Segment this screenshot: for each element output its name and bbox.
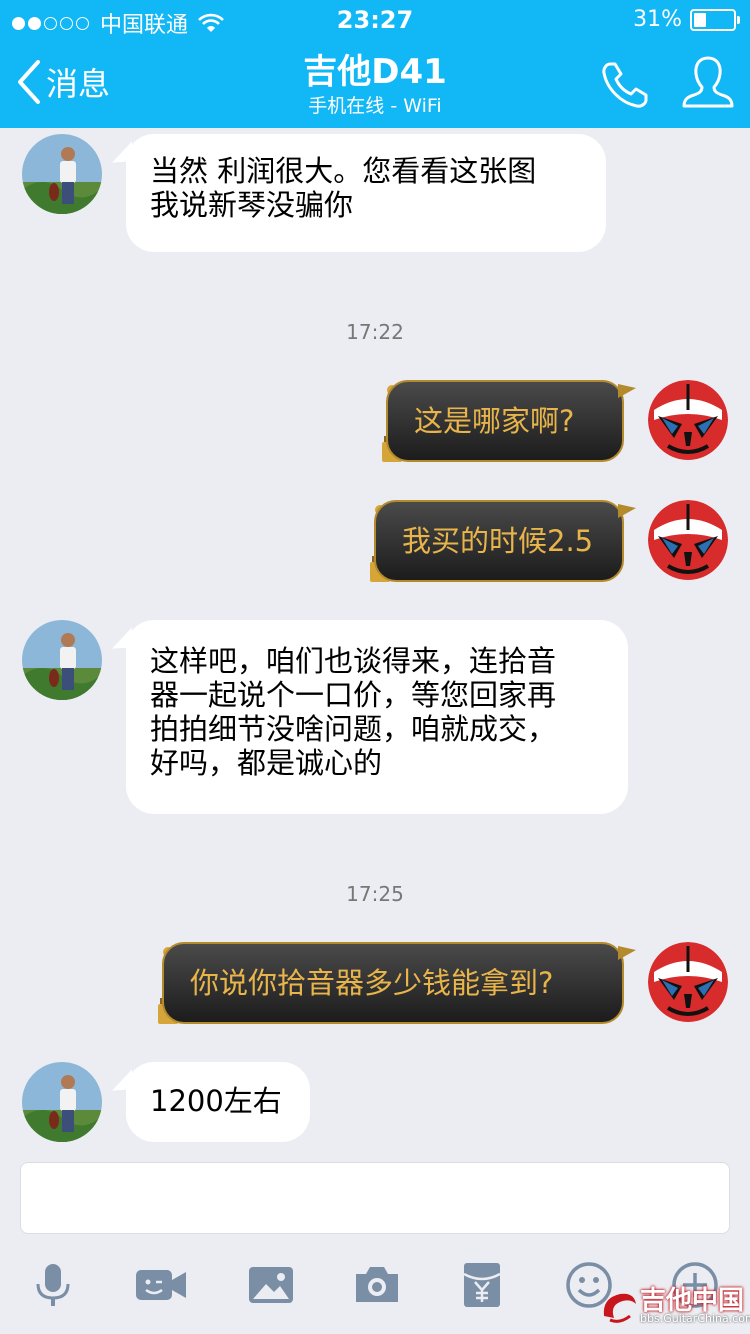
message-input[interactable] <box>20 1162 730 1234</box>
microphone-icon[interactable] <box>28 1260 78 1310</box>
dragon-logo-icon <box>603 1293 636 1323</box>
opera-mask-avatar <box>648 500 728 580</box>
outgoing-message[interactable]: 这是哪家啊? <box>386 380 636 462</box>
message-line: 器一起说个一口价，等您回家再 <box>150 678 557 712</box>
contact-avatar[interactable] <box>22 620 102 700</box>
user-avatar[interactable] <box>648 942 728 1022</box>
image-icon[interactable] <box>246 1260 296 1310</box>
incoming-message[interactable]: 当然 利润很大。您看看这张图 我说新琴没骗你 <box>126 134 606 252</box>
profile-icon[interactable] <box>680 54 736 112</box>
red-packet-icon[interactable] <box>460 1260 504 1310</box>
message-line: 好吗，都是诚心的 <box>150 746 383 780</box>
camera-icon[interactable] <box>352 1260 402 1310</box>
message-text: 这是哪家啊? <box>414 404 575 438</box>
video-icon[interactable] <box>134 1260 188 1310</box>
contact-photo <box>22 620 102 700</box>
battery-status: 31% <box>633 7 740 32</box>
contact-photo <box>22 134 102 214</box>
timestamp: 17:22 <box>346 320 404 344</box>
contact-photo <box>22 1062 102 1142</box>
message-line: 当然 利润很大。您看看这张图 <box>150 154 537 188</box>
message-line: 拍拍细节没啥问题，咱就成交， <box>150 712 557 746</box>
contact-avatar[interactable] <box>22 134 102 214</box>
message-line: 我说新琴没骗你 <box>150 188 354 222</box>
phone-icon[interactable] <box>598 58 652 112</box>
opera-mask-avatar <box>648 942 728 1022</box>
outgoing-message[interactable]: 我买的时候2.5 <box>374 500 636 582</box>
user-avatar[interactable] <box>648 380 728 460</box>
chat-header: 中国联通 23:27 31% 消息 吉他D41 手机在线 - WiFi <box>0 0 750 128</box>
battery-icon <box>690 8 740 31</box>
battery-percent: 31% <box>633 7 682 32</box>
site-watermark: 吉他中国 bbs.GuitarChina.com <box>600 1280 750 1334</box>
status-bar: 中国联通 23:27 31% <box>0 0 750 40</box>
watermark-url: bbs.GuitarChina.com <box>640 1312 750 1325</box>
contact-avatar[interactable] <box>22 1062 102 1142</box>
outgoing-message[interactable]: 你说你拾音器多少钱能拿到? <box>162 942 636 1024</box>
message-line: 1200左右 <box>150 1084 282 1118</box>
battery-fill <box>694 12 706 27</box>
incoming-message[interactable]: 这样吧，咱们也谈得来，连拾音 器一起说个一口价，等您回家再 拍拍细节没啥问题，咱… <box>126 620 628 814</box>
timestamp: 17:25 <box>346 882 404 906</box>
message-text: 我买的时候2.5 <box>402 524 594 558</box>
message-line: 这样吧，咱们也谈得来，连拾音 <box>150 644 557 678</box>
opera-mask-avatar <box>648 380 728 460</box>
message-text: 你说你拾音器多少钱能拿到? <box>190 966 554 1000</box>
incoming-message[interactable]: 1200左右 <box>126 1062 310 1142</box>
user-avatar[interactable] <box>648 500 728 580</box>
